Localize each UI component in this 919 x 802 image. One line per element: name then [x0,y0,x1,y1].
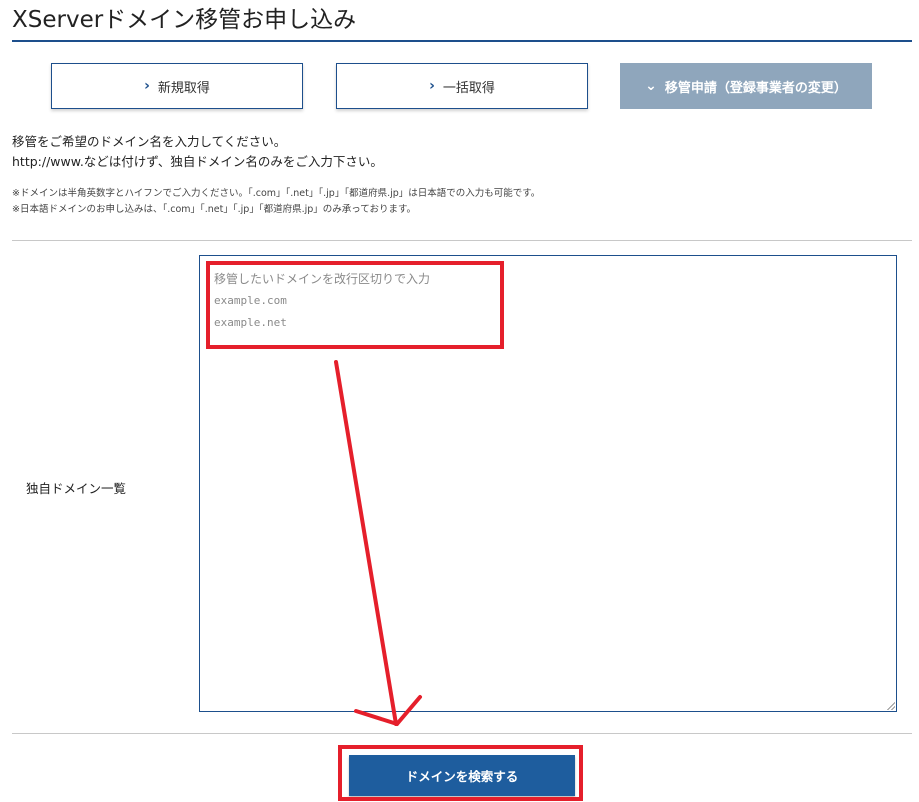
annotation-arrow [334,360,422,726]
arrow-head-right [395,695,422,726]
arrow-shaft [334,360,398,726]
arrow-head-left [354,709,399,726]
